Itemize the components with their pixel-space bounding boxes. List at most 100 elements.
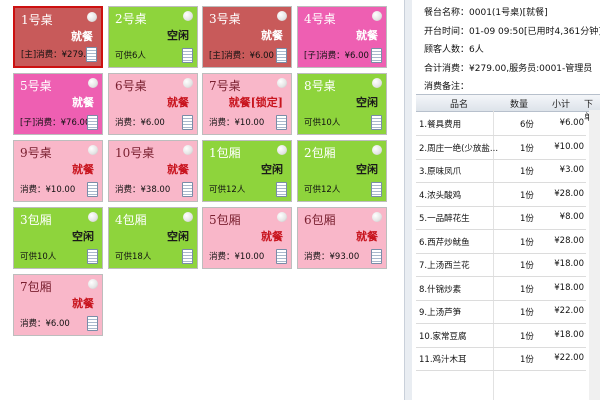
order-item-row[interactable]: 7.上汤西兰花 1份 ¥18.00 [416,253,586,277]
open-time-label: 开台时间： [424,27,470,37]
table-tile[interactable]: 6号桌 就餐 消费：¥6.00 [108,73,198,135]
table-tile-info: 可供18人 [115,252,152,262]
order-item-name: 8.什锦炒素 [419,284,462,295]
table-tile[interactable]: 1号桌 就餐 [主]消费：¥279.00 [13,6,103,68]
order-item-qty: 1份 [520,355,534,365]
order-sheet-icon[interactable] [87,115,98,130]
column-header-qty[interactable]: 数量 [510,97,528,110]
items-grid-scrollbar[interactable] [589,110,600,400]
order-item-row[interactable]: 4.浓头酸鸡 1份 ¥28.00 [416,183,586,207]
table-tile[interactable]: 6包厢 就餐 消费：¥93.00 [297,207,387,269]
order-sheet-icon[interactable] [276,48,287,63]
table-tile[interactable]: 7包厢 就餐 消费：¥6.00 [13,274,103,336]
order-item-row[interactable]: 5.一品醉花生 1份 ¥8.00 [416,206,586,230]
order-sheet-icon[interactable] [182,182,193,197]
order-sheet-icon[interactable] [87,316,98,331]
order-sheet-icon[interactable] [276,249,287,264]
items-grid-header: 品名 数量 小计 下单 [416,94,600,123]
order-item-subtotal: ¥28.00 [554,235,584,246]
order-sheet-icon[interactable] [371,249,382,264]
status-light-icon [183,78,193,88]
order-item-subtotal: ¥22.00 [554,306,584,316]
table-tile[interactable]: 3号桌 就餐 [主]消费：¥6.00 [202,6,292,68]
status-light-icon [88,78,98,88]
table-tile-info: 可供6人 [115,51,146,61]
open-time-value: 01-09 09:50[已用时4,361分钟] [469,27,600,37]
status-light-icon [372,212,382,222]
table-tile-info: [子]消费：¥6.00 [304,51,369,61]
table-tile[interactable]: 10号桌 就餐消费：¥38.00 [108,140,198,202]
table-tile-status: 空闲 [167,29,189,42]
order-item-qty: 1份 [520,284,534,295]
order-item-qty: 1份 [520,167,534,177]
table-tile-name: 5包厢 [209,213,241,227]
table-tile-status: 就餐 [167,163,189,176]
table-tile[interactable]: 5号桌 就餐 [子]消费：¥76.00 [13,73,103,135]
order-item-row[interactable]: 10.家常豆腐 1份 ¥18.00 [416,324,586,348]
status-light-icon [372,78,382,88]
column-header-subtotal[interactable]: 小计 [552,97,570,110]
table-tile[interactable]: 5包厢 就餐 消费：¥10.00 [202,207,292,269]
order-item-row[interactable]: 8.什锦炒素 1份 ¥18.00 [416,277,586,301]
order-sheet-icon[interactable] [182,48,193,63]
order-item-subtotal: ¥28.00 [554,188,584,199]
order-sheet-icon[interactable] [371,182,382,197]
status-light-icon [183,145,193,155]
table-tile[interactable]: 9号桌 就餐 消费：¥10.00 [13,140,103,202]
order-sheet-icon[interactable] [86,47,97,62]
table-tile-name: 7号桌 [209,79,241,93]
order-sheet-icon[interactable] [371,115,382,130]
table-tile-status: 空闲 [356,163,378,176]
table-tile-status: 就餐 [72,96,94,109]
order-item-row[interactable]: 11.鸡汁木耳 1份 ¥22.00 [416,347,586,371]
table-tile[interactable]: 2号桌空闲可供6人 [108,6,198,68]
status-light-icon [183,212,193,222]
table-name-row: 餐台名称：0001(1号桌)[就餐] [424,5,548,18]
table-tile[interactable]: 4号桌 就餐 [子]消费：¥6.00 [297,6,387,68]
order-sheet-icon[interactable] [87,249,98,264]
order-sheet-icon[interactable] [87,182,98,197]
status-light-icon [88,212,98,222]
table-tile-name: 1包厢 [209,146,241,160]
table-tile-info: 可供10人 [20,252,57,262]
order-sheet-icon[interactable] [182,249,193,264]
table-tile[interactable]: 3包厢 空闲 可供10人 [13,207,103,269]
order-sheet-icon[interactable] [371,48,382,63]
order-item-subtotal: ¥18.00 [554,282,584,293]
table-tile-name: 8号桌 [304,79,336,93]
order-item-qty: 1份 [520,237,534,248]
order-item-row[interactable]: 2.周庄一绝(少放盐... 1份 ¥10.00 [416,136,586,160]
table-tile-info: 消费：¥93.00 [304,252,360,262]
column-header-name[interactable]: 品名 [450,97,468,110]
status-light-icon [372,145,382,155]
order-sheet-icon[interactable] [276,115,287,130]
table-tile[interactable]: 2包厢 空闲 可供12人 [297,140,387,202]
status-light-icon [372,11,382,21]
order-item-row[interactable]: 9.上汤芦笋 1份 ¥22.00 [416,300,586,324]
table-tile-status: 空闲 [167,230,189,243]
table-tile-info: 消费：¥38.00 [115,185,171,195]
order-item-row[interactable]: 6.西芹炒鱿鱼 1份 ¥28.00 [416,230,586,254]
table-tile-name: 10号桌 [115,146,155,160]
table-tile[interactable]: 4包厢空闲可供18人 [108,207,198,269]
order-item-row[interactable]: 1.餐具费用 6份 ¥6.00 [416,112,586,136]
status-light-icon [88,279,98,289]
order-sheet-icon[interactable] [276,182,287,197]
total-consumption-value: ¥279.00,服务员:0001-管理员 [469,64,593,74]
table-tile-name: 2号桌 [115,12,147,26]
table-tile-name: 4包厢 [115,213,147,227]
order-sheet-icon[interactable] [182,115,193,130]
order-item-name: 4.浓头酸鸡 [419,190,462,201]
order-item-name: 11.鸡汁木耳 [419,355,467,365]
order-item-name: 5.一品醉花生 [419,214,470,224]
order-item-subtotal: ¥8.00 [559,212,584,222]
table-tile-info: 可供10人 [304,118,341,128]
table-tile[interactable]: 8号桌 空闲 可供10人 [297,73,387,135]
status-light-icon [87,12,97,22]
order-item-row[interactable]: 3.原味凤爪 1份 ¥3.00 [416,159,586,183]
table-tile[interactable]: 7号桌 就餐[锁定] 消费：¥10.00 [202,73,292,135]
table-tile-name: 6号桌 [115,79,147,93]
table-tile[interactable]: 1包厢 空闲 可供12人 [202,140,292,202]
order-item-subtotal: ¥18.00 [554,329,584,340]
status-light-icon [277,11,287,21]
